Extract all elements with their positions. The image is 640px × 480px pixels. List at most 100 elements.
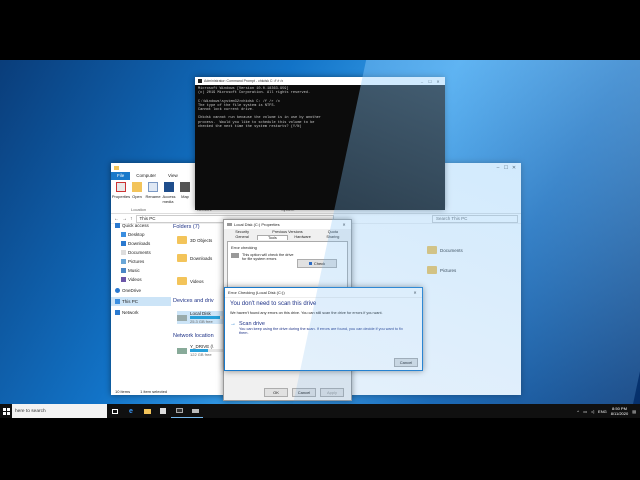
tab-computer[interactable]: Computer bbox=[130, 172, 162, 180]
network-locations-header[interactable]: Network location bbox=[173, 333, 214, 339]
picture-icon bbox=[121, 259, 126, 264]
volume-icon[interactable]: ◁ bbox=[591, 409, 594, 414]
nav-item-documents[interactable]: Documents bbox=[111, 248, 171, 257]
network-icon[interactable]: ▭ bbox=[583, 409, 587, 414]
rename-label: Rename bbox=[145, 194, 161, 199]
search-input[interactable]: Search This PC bbox=[432, 214, 518, 223]
drive-taskbar-button[interactable] bbox=[187, 404, 203, 418]
apply-button[interactable]: Apply bbox=[320, 388, 344, 397]
cmd-titlebar[interactable]: Administrator: Command Prompt - chkdsk C… bbox=[195, 77, 445, 85]
access-media-button[interactable]: Access media bbox=[163, 182, 175, 204]
tab-file[interactable]: File bbox=[111, 172, 131, 180]
folder-videos[interactable]: Videos bbox=[177, 277, 204, 285]
ok-button[interactable]: OK bbox=[264, 388, 288, 397]
folder-3d-objects[interactable]: 3D Objects bbox=[177, 236, 212, 244]
download-icon bbox=[121, 241, 126, 246]
tab-general[interactable]: General bbox=[227, 235, 257, 240]
map-drive-button[interactable]: Map bbox=[179, 182, 191, 199]
explorer-taskbar-button[interactable] bbox=[139, 404, 155, 418]
properties-tabs: Security Previous Versions Quota General… bbox=[224, 229, 351, 241]
clock-date: 8/11/2020 bbox=[610, 411, 629, 416]
store-icon bbox=[160, 408, 166, 414]
nav-label: Desktop bbox=[128, 232, 145, 237]
nav-item-quick-access[interactable]: Quick access bbox=[111, 221, 171, 230]
clock[interactable]: 8:50 PM 8/11/2020 bbox=[611, 406, 629, 416]
properties-button[interactable]: Properties bbox=[111, 182, 131, 199]
taskbar-search-box[interactable]: here to search bbox=[12, 404, 107, 418]
open-button[interactable]: Open bbox=[131, 182, 143, 199]
maximize-button[interactable]: ☐ bbox=[426, 79, 434, 84]
nav-label: Documents bbox=[128, 250, 151, 255]
nav-item-this-pc[interactable]: This PC bbox=[111, 297, 171, 306]
taskbar: here to search e ^ ▭ ◁ ENG 8:50 PM 8/11/… bbox=[0, 404, 640, 418]
cmd-output[interactable]: Microsoft Windows [Version 10.0.18363.95… bbox=[195, 85, 445, 131]
group-location-label: Location bbox=[131, 207, 147, 212]
nav-item-pictures[interactable]: Pictures bbox=[111, 257, 171, 266]
folders-header[interactable]: Folders (7) bbox=[173, 224, 200, 230]
dialog-cancel-button[interactable]: Cancel bbox=[394, 358, 418, 367]
task-view-button[interactable] bbox=[107, 404, 123, 418]
nav-item-desktop[interactable]: Desktop bbox=[111, 230, 171, 239]
store-taskbar-button[interactable] bbox=[155, 404, 171, 418]
this-pc-breadcrumb[interactable]: This PC bbox=[140, 216, 156, 221]
notification-icon[interactable]: ▤ bbox=[632, 409, 636, 414]
drive-icon bbox=[191, 408, 199, 413]
map-drive-icon bbox=[180, 182, 190, 192]
network-drive-icon bbox=[177, 347, 187, 354]
cancel-button[interactable]: Cancel bbox=[292, 388, 316, 397]
tab-security[interactable]: Security bbox=[227, 230, 257, 234]
folder-downloads[interactable]: Downloads bbox=[177, 254, 212, 262]
error-checking-titlebar[interactable]: Error Checking (Local Disk (C:)) ✕ bbox=[225, 288, 422, 298]
task-view-icon bbox=[112, 408, 118, 414]
check-button[interactable]: Check bbox=[297, 259, 337, 268]
nav-item-onedrive[interactable]: OneDrive bbox=[111, 286, 171, 295]
nav-item-music[interactable]: Music bbox=[111, 266, 171, 275]
cmd-icon bbox=[198, 79, 202, 83]
chevron-up-icon[interactable]: ^ bbox=[577, 409, 579, 414]
folder-icon bbox=[427, 266, 437, 274]
folder-documents[interactable]: Documents bbox=[427, 246, 463, 254]
tab-hardware[interactable]: Hardware bbox=[288, 235, 318, 240]
cmd-taskbar-button[interactable] bbox=[171, 404, 187, 418]
start-button[interactable] bbox=[0, 404, 12, 418]
tab-sharing[interactable]: Sharing bbox=[318, 235, 348, 240]
tab-view[interactable]: View bbox=[162, 172, 184, 180]
star-icon bbox=[115, 223, 120, 228]
music-icon bbox=[121, 268, 126, 273]
language-indicator[interactable]: ENG bbox=[598, 409, 607, 414]
close-button[interactable]: ✕ bbox=[411, 290, 419, 295]
screen: – ☐ ✕ File Computer View Properties Open bbox=[0, 0, 640, 480]
minimize-button[interactable]: – bbox=[418, 79, 426, 84]
maximize-button[interactable]: ☐ bbox=[502, 165, 510, 171]
folder-pictures[interactable]: Pictures bbox=[427, 266, 456, 274]
nav-item-network[interactable]: Network bbox=[111, 308, 171, 317]
close-button[interactable]: ✕ bbox=[340, 222, 348, 227]
desktop[interactable]: – ☐ ✕ File Computer View Properties Open bbox=[0, 60, 640, 404]
nav-label: Quick access bbox=[122, 223, 149, 228]
close-button[interactable]: ✕ bbox=[510, 165, 518, 171]
error-checking-dialog: Error Checking (Local Disk (C:)) ✕ You d… bbox=[224, 287, 423, 371]
scan-drive-option[interactable]: → Scan drive You can keep using the driv… bbox=[230, 321, 417, 335]
properties-label: Properties bbox=[111, 194, 131, 199]
quick-access-toolbar[interactable] bbox=[122, 166, 146, 170]
minimize-button[interactable]: – bbox=[494, 165, 502, 171]
access-media-icon bbox=[164, 182, 174, 192]
status-item-count: 10 items bbox=[115, 388, 131, 394]
devices-header[interactable]: Devices and driv bbox=[173, 298, 214, 304]
folder-icon bbox=[177, 236, 187, 244]
folder-icon bbox=[143, 408, 151, 414]
rename-icon bbox=[148, 182, 158, 192]
tab-quota[interactable]: Quota bbox=[318, 230, 348, 234]
nav-item-downloads[interactable]: Downloads bbox=[111, 239, 171, 248]
edge-taskbar-button[interactable]: e bbox=[123, 404, 139, 418]
map-drive-label: Map bbox=[181, 194, 189, 199]
tab-previous-versions[interactable]: Previous Versions bbox=[257, 230, 318, 234]
close-button[interactable]: ✕ bbox=[434, 79, 442, 84]
rename-button[interactable]: Rename bbox=[145, 182, 161, 199]
scan-drive-desc: You can keep using the drive during the … bbox=[239, 327, 403, 335]
nav-label: Pictures bbox=[128, 259, 145, 264]
nav-item-videos[interactable]: Videos bbox=[111, 275, 171, 284]
properties-titlebar[interactable]: Local Disk (C:) Properties ✕ bbox=[224, 220, 351, 229]
tab-tools[interactable]: Tools bbox=[257, 235, 288, 240]
dialog-heading: You don't need to scan this drive bbox=[230, 301, 317, 307]
